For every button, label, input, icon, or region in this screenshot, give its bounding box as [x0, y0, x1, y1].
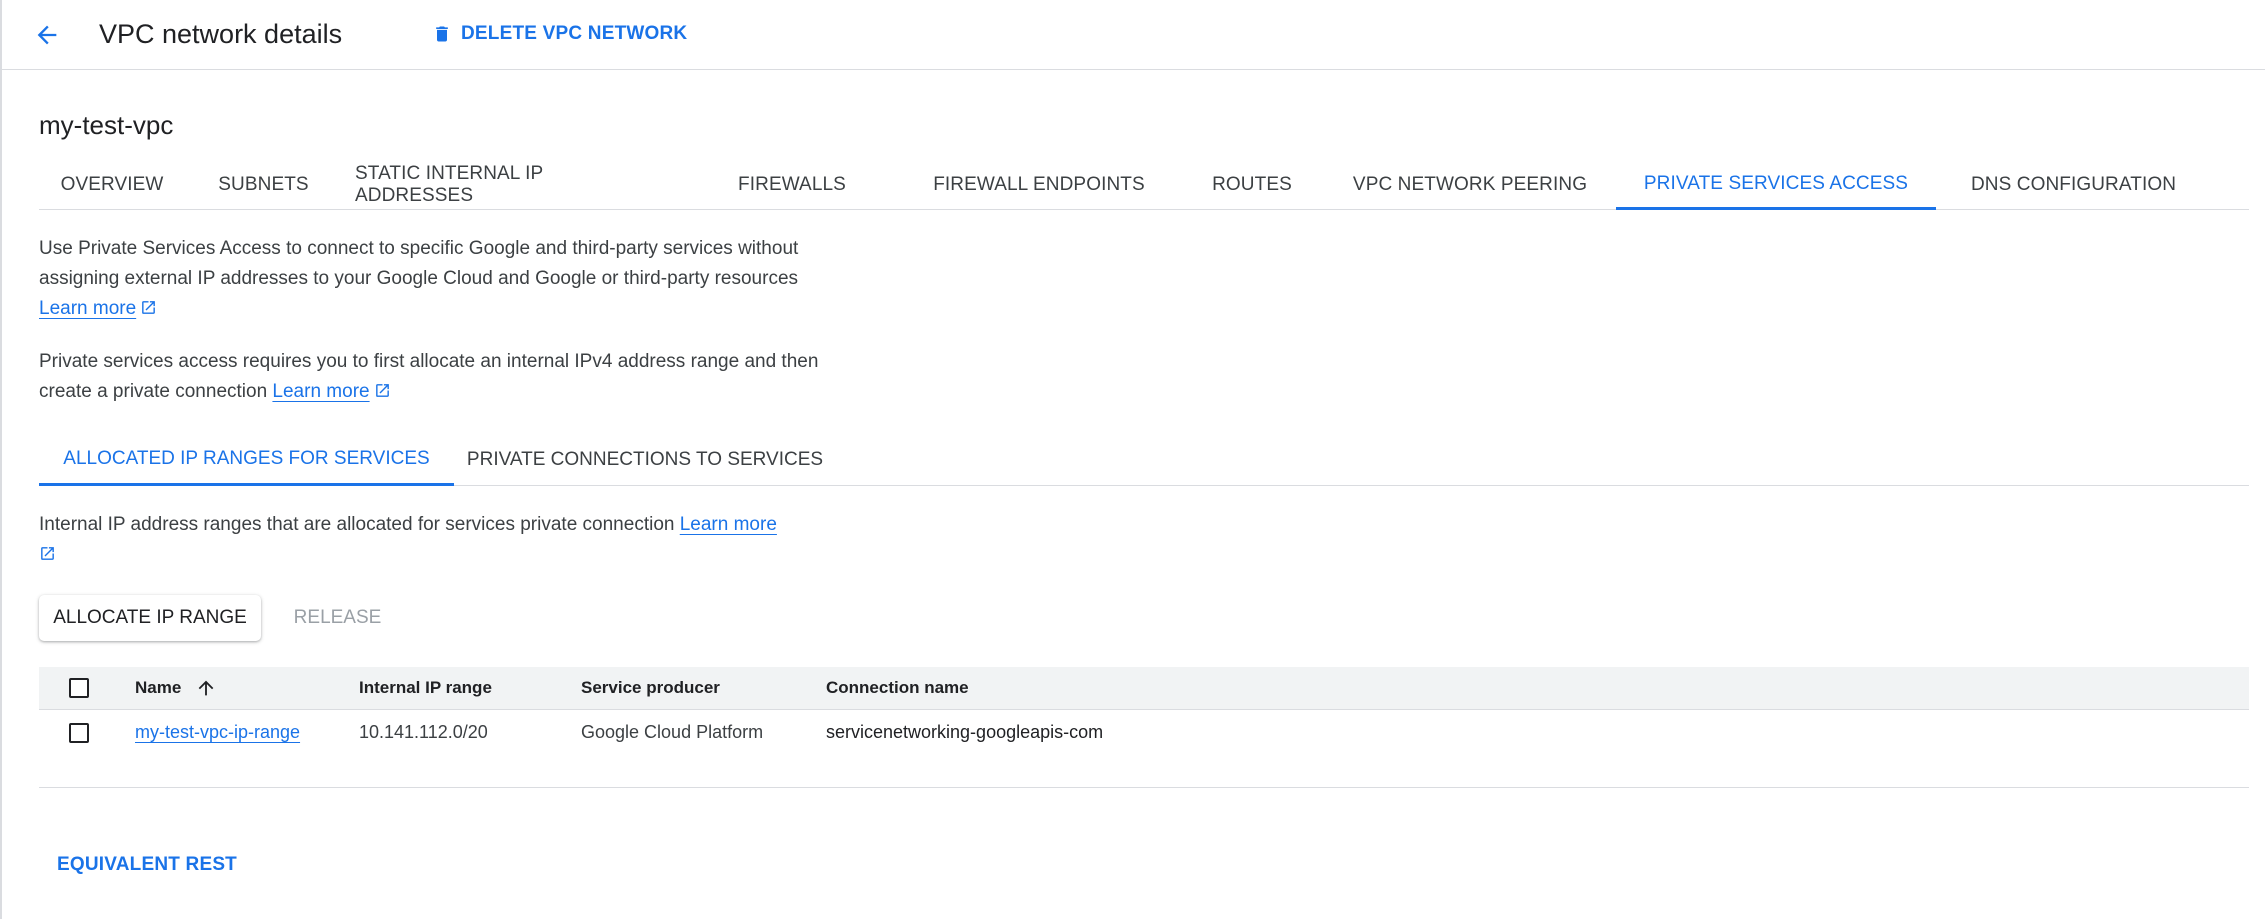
learn-more-link[interactable]: Learn more [39, 298, 136, 319]
arrow-up-icon[interactable] [195, 677, 217, 699]
psa-requirement: Private services access requires you to … [39, 347, 819, 407]
learn-more-link[interactable]: Learn more [680, 514, 777, 535]
allocated-ranges-table: Name Internal IP range Service producer … [39, 667, 2249, 755]
allocate-ip-range-button[interactable]: ALLOCATE IP RANGE [39, 595, 261, 641]
tab-firewalls[interactable]: FIREWALLS [731, 160, 853, 209]
network-name: my-test-vpc [39, 110, 174, 140]
psa-description: Use Private Services Access to connect t… [39, 234, 819, 324]
tab-routes[interactable]: ROUTES [1201, 160, 1303, 209]
connection-name-cell: servicenetworking-googleapis-com [826, 722, 1104, 742]
tab-private-services-access[interactable]: PRIVATE SERVICES ACCESS [1616, 160, 1936, 210]
column-header-internal-ip-range: Internal IP range [359, 678, 492, 697]
column-header-connection-name: Connection name [826, 678, 969, 697]
range-name-link[interactable]: my-test-vpc-ip-range [135, 722, 300, 743]
psa-description-text: Use Private Services Access to connect t… [39, 238, 799, 289]
main-tabs: OVERVIEW SUBNETS STATIC INTERNAL IP ADDR… [39, 160, 2249, 210]
row-select-cell [69, 710, 89, 755]
ip-range-cell: 10.141.112.0/20 [359, 722, 488, 742]
row-checkbox[interactable] [69, 722, 89, 743]
table-row: my-test-vpc-ip-range 10.141.112.0/20 Goo… [39, 710, 2249, 755]
tab-dns-configuration[interactable]: DNS CONFIGURATION [1951, 160, 2196, 209]
range-name-cell: my-test-vpc-ip-range [135, 710, 300, 755]
open-in-new-icon[interactable] [140, 299, 157, 316]
allocated-description-text: Internal IP address ranges that are allo… [39, 514, 675, 535]
open-in-new-icon[interactable] [39, 545, 56, 562]
learn-more-link[interactable]: Learn more [272, 381, 369, 402]
equivalent-rest-button[interactable]: EQUIVALENT REST [57, 854, 237, 876]
select-all-checkbox[interactable] [69, 678, 89, 698]
trash-icon [436, 26, 448, 42]
tab-vpc-network-peering[interactable]: VPC NETWORK PEERING [1339, 160, 1601, 209]
tab-static-internal-ip-addresses[interactable]: STATIC INTERNAL IP ADDRESSES [355, 160, 658, 209]
table-header: Name Internal IP range Service producer … [39, 667, 2249, 710]
delete-vpc-network-button[interactable]: DELETE VPC NETWORK [432, 18, 687, 50]
column-header-name-label: Name [135, 678, 182, 697]
select-all-cell [69, 667, 89, 709]
column-header-name[interactable]: Name [135, 667, 217, 709]
service-producer-cell: Google Cloud Platform [581, 722, 764, 742]
allocated-description: Internal IP address ranges that are allo… [39, 510, 819, 570]
tab-firewall-endpoints[interactable]: FIREWALL ENDPOINTS [914, 160, 1164, 209]
psa-requirement-text: Private services access requires you to … [39, 351, 819, 402]
delete-vpc-network-label: DELETE VPC NETWORK [461, 23, 688, 44]
tab-subnets[interactable]: SUBNETS [208, 160, 319, 209]
release-button: RELEASE [293, 607, 382, 628]
back-button[interactable] [26, 14, 68, 56]
open-in-new-icon[interactable] [374, 382, 391, 399]
page-title: VPC network details [99, 19, 343, 49]
frame-border [0, 0, 2, 919]
tab-overview[interactable]: OVERVIEW [39, 160, 185, 209]
column-header-service-producer: Service producer [581, 678, 720, 697]
table-divider [39, 787, 2249, 788]
service-tabs: ALLOCATED IP RANGES FOR SERVICES PRIVATE… [39, 434, 2249, 486]
tab-private-connections[interactable]: PRIVATE CONNECTIONS TO SERVICES [465, 434, 825, 485]
page-header: VPC network details DELETE VPC NETWORK [2, 0, 2265, 70]
arrow-back-icon [37, 25, 57, 45]
tab-allocated-ip-ranges[interactable]: ALLOCATED IP RANGES FOR SERVICES [39, 434, 454, 486]
